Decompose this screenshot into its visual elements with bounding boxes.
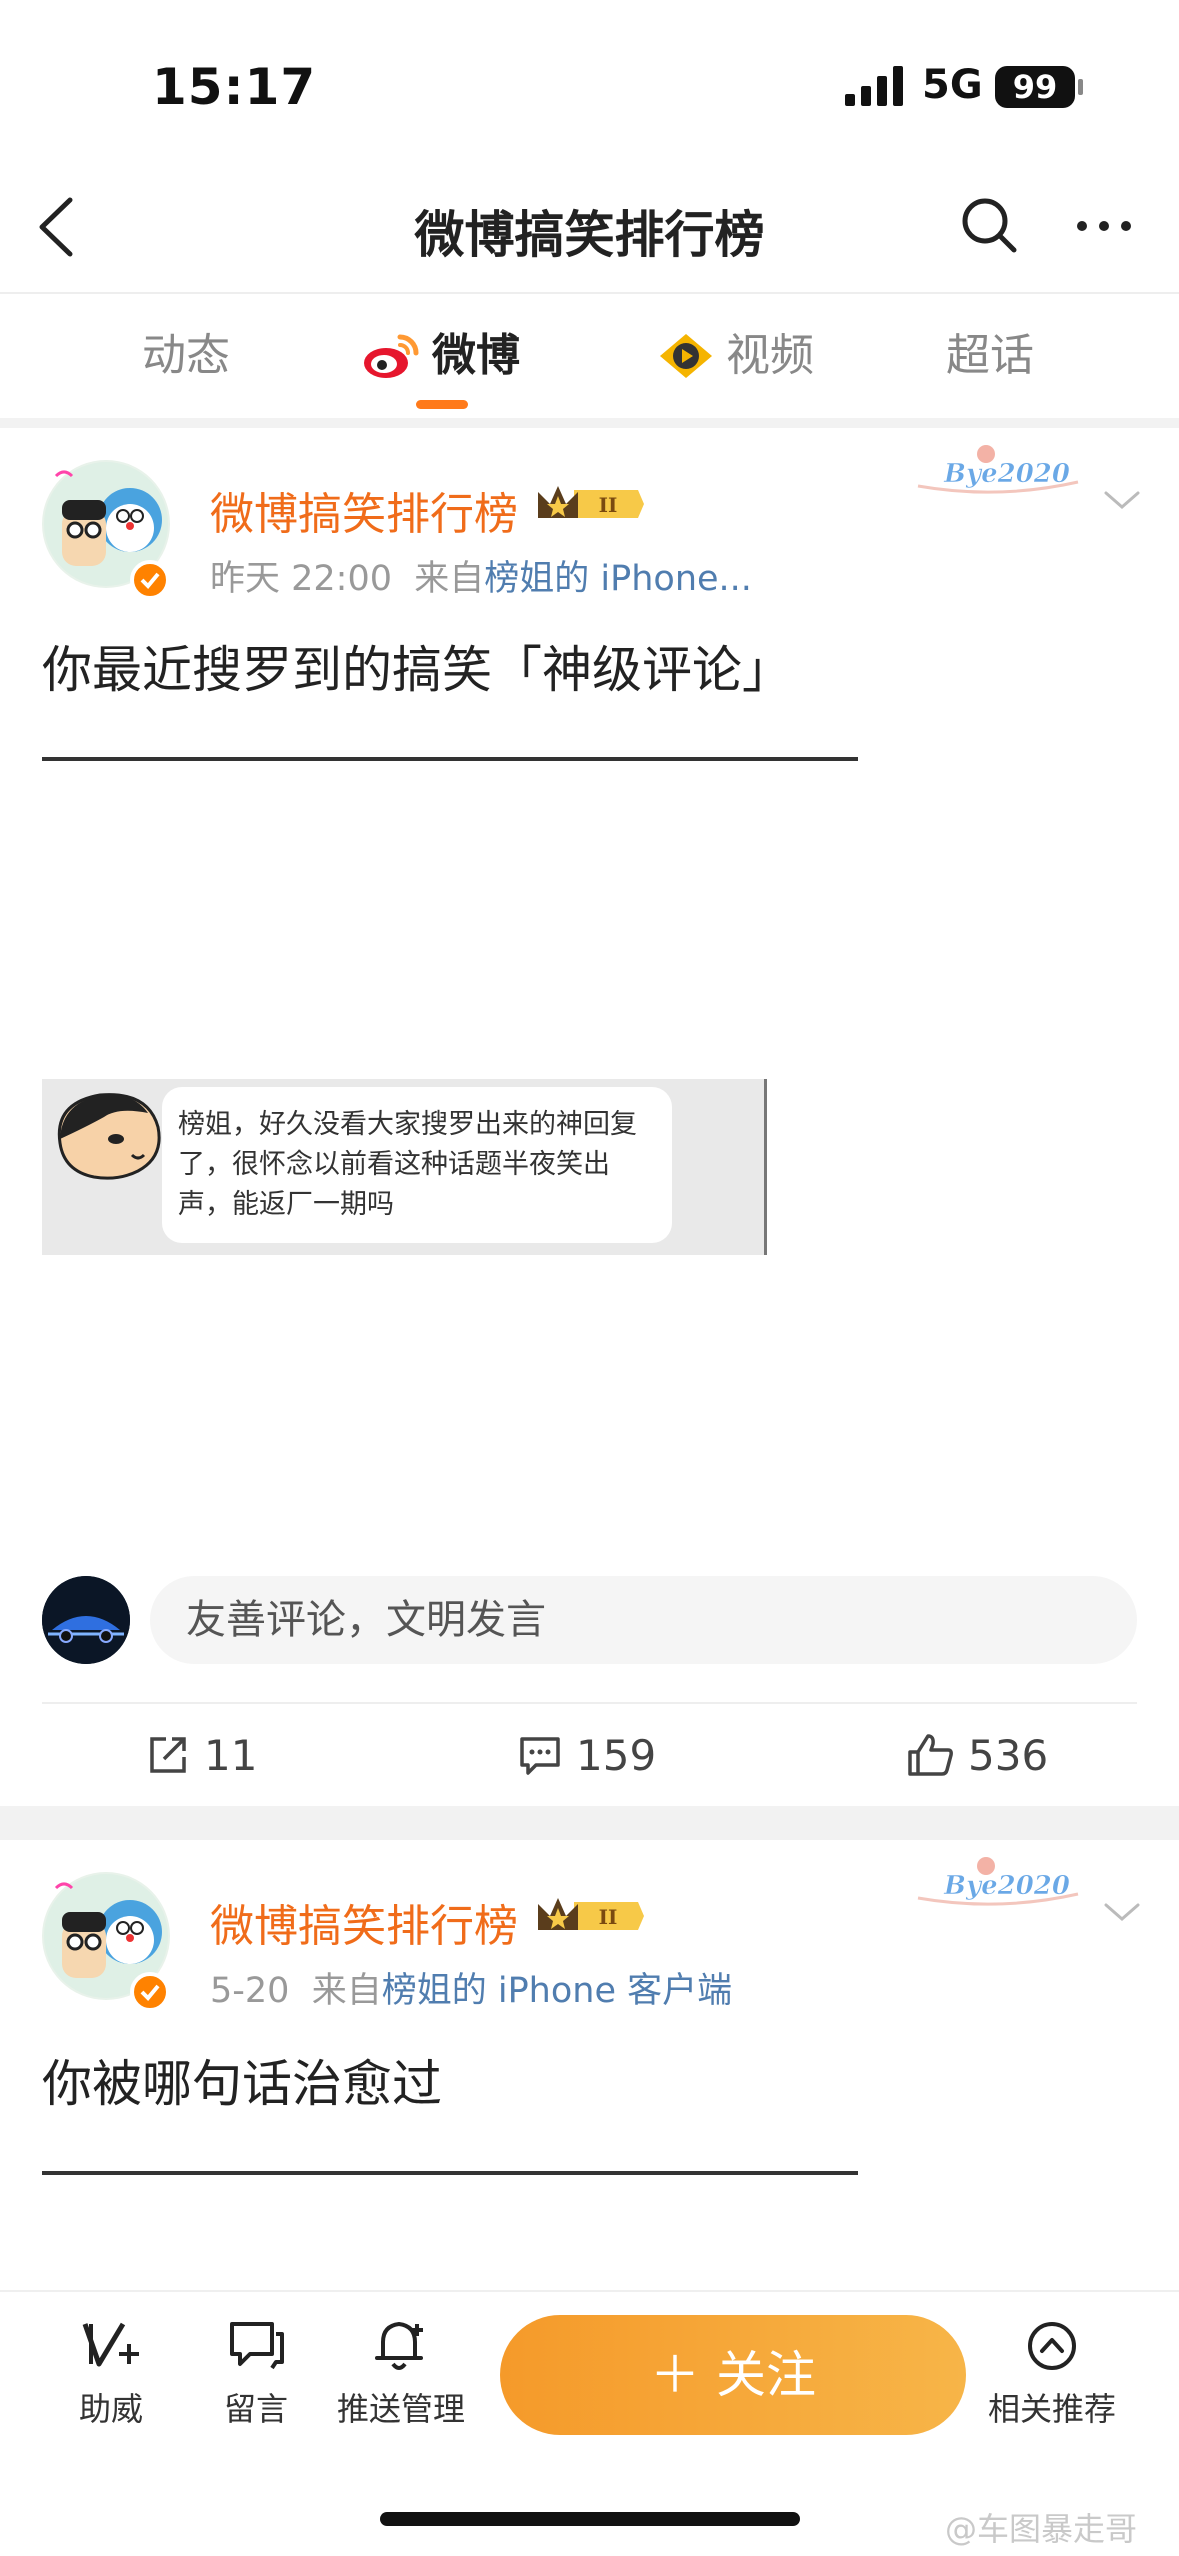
tab-dynamic[interactable]: 动态 — [142, 326, 230, 386]
svg-text:II: II — [599, 493, 618, 517]
text-underline — [42, 757, 858, 761]
push-settings-button[interactable]: 推送管理 — [331, 2318, 471, 2430]
post-meta: 昨天 22:00 来自榜姐的 iPhone... — [210, 559, 752, 599]
more-icon[interactable] — [1075, 218, 1133, 234]
text-underline — [42, 2171, 858, 2175]
crown-badge-icon: II — [538, 1898, 644, 1930]
shinchan-icon — [57, 1093, 161, 1180]
actions-divider — [42, 1702, 1137, 1704]
battery-icon: 99 — [995, 66, 1075, 108]
chevron-down-icon[interactable] — [1102, 1899, 1142, 1925]
tab-weibo[interactable]: 微博 — [362, 326, 520, 386]
nav-divider — [0, 292, 1179, 294]
weibo-logo-icon — [364, 334, 419, 378]
author-name[interactable]: 微博搞笑排行榜 — [210, 1890, 518, 1954]
status-time: 15:17 — [152, 58, 317, 116]
video-play-icon — [660, 334, 712, 378]
embedded-image[interactable]: 榜姐，好久没看大家搜罗出来的神回复了，很怀念以前看这种话题半夜笑出声，能返厂一期… — [42, 1079, 767, 1255]
boost-v-icon — [82, 2322, 139, 2367]
comment-icon — [520, 1737, 560, 1775]
post-source[interactable]: 榜姐的 iPhone... — [484, 559, 752, 599]
tab-active-indicator — [416, 400, 468, 409]
tabs-divider — [0, 418, 1179, 428]
verified-badge-icon — [130, 560, 170, 600]
battery-tip — [1078, 79, 1083, 95]
car-avatar-icon — [42, 1576, 130, 1664]
repost-icon — [150, 1737, 186, 1773]
network-label: 5G — [922, 62, 983, 108]
bye2020-badge: Bye2020 — [908, 1852, 1088, 1912]
signal-icon — [845, 66, 903, 106]
thumbs-up-icon — [908, 1734, 953, 1776]
tab-super-topic[interactable]: 超话 — [946, 326, 1034, 386]
svg-text:II: II — [599, 1905, 618, 1929]
comment-button[interactable]: 159 — [518, 1720, 656, 1790]
bye2020-badge: Bye2020 — [908, 440, 1088, 500]
follow-button[interactable]: ＋ 关注 — [500, 2315, 966, 2435]
repost-button[interactable]: 11 — [146, 1720, 257, 1790]
section-gap — [0, 1806, 1179, 1840]
verified-badge-icon — [130, 1972, 170, 2012]
post-text[interactable]: 你被哪句话治愈过 — [42, 2044, 442, 2116]
tab-video[interactable]: 视频 — [656, 326, 814, 386]
related-button[interactable]: 相关推荐 — [982, 2318, 1122, 2430]
post-text[interactable]: 你最近搜罗到的搞笑「神级评论」 — [42, 630, 792, 702]
search-icon[interactable] — [960, 196, 1018, 254]
like-button[interactable]: 536 — [906, 1720, 1048, 1790]
comment-input[interactable]: 友善评论，文明发言 — [150, 1576, 1137, 1664]
post-source[interactable]: 榜姐的 iPhone 客户端 — [382, 1971, 732, 2011]
crown-badge-icon: II — [538, 486, 644, 518]
boost-button[interactable]: 助威 — [41, 2318, 181, 2430]
bye2020-text: Bye2020 — [943, 1871, 1070, 1901]
message-button[interactable]: 留言 — [186, 2318, 326, 2430]
message-icon — [230, 2322, 284, 2370]
post-meta: 5-20 来自榜姐的 iPhone 客户端 — [210, 1971, 733, 2011]
speech-bubble: 榜姐，好久没看大家搜罗出来的神回复了，很怀念以前看这种话题半夜笑出声，能返厂一期… — [162, 1087, 672, 1243]
commenter-avatar[interactable] — [42, 1576, 130, 1664]
chevron-up-circle-icon — [1028, 2322, 1076, 2370]
watermark: @车图暴走哥 — [945, 2510, 1138, 2548]
bell-icon — [375, 2322, 423, 2370]
author-name[interactable]: 微博搞笑排行榜 — [210, 478, 518, 542]
bye2020-text: Bye2020 — [943, 459, 1070, 489]
chevron-down-icon[interactable] — [1102, 487, 1142, 513]
home-indicator — [380, 2512, 800, 2526]
